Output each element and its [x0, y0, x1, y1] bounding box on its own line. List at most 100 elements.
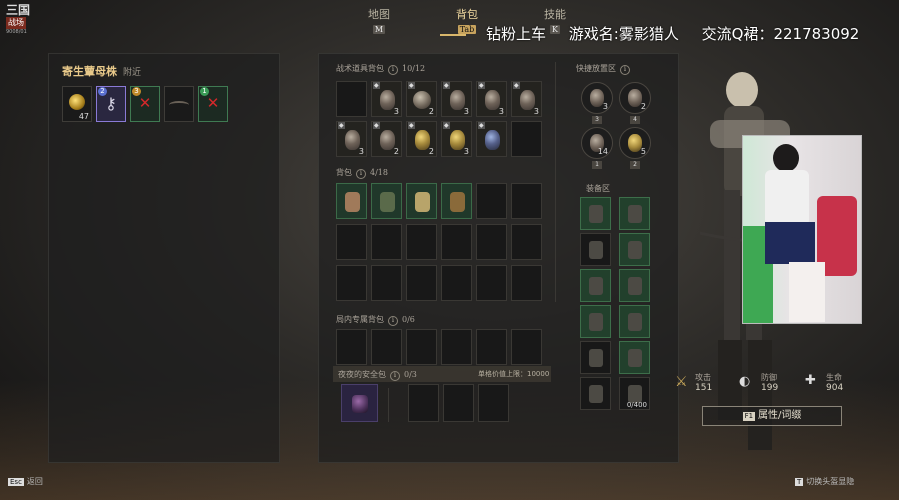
- backpack-slot[interactable]: [371, 224, 402, 260]
- hp-label: 生命: [826, 373, 842, 382]
- backpack-slot[interactable]: [511, 183, 542, 219]
- equipment-slot[interactable]: [619, 341, 650, 374]
- bomb-icon: [520, 90, 535, 110]
- backpack-slot[interactable]: [336, 183, 367, 219]
- battle-bag-slot[interactable]: ◆ 3: [476, 81, 507, 117]
- battle-bag-slot[interactable]: [511, 121, 542, 157]
- slot-count: 2: [393, 147, 399, 156]
- equipment-slot[interactable]: [580, 269, 611, 302]
- attack-label: 攻击: [695, 373, 711, 382]
- rarity-tag-icon: ◆: [478, 122, 485, 129]
- hp-stat: 生命 904: [826, 372, 843, 393]
- quick-slot[interactable]: 24: [619, 82, 651, 124]
- gear-piece-icon: [589, 277, 603, 295]
- equipment-slot[interactable]: [619, 269, 650, 302]
- attributes-button[interactable]: F1 属性/词缀: [702, 406, 842, 426]
- bomb-icon: [628, 134, 642, 152]
- equipment-slot[interactable]: [580, 377, 611, 410]
- backpack-slot[interactable]: [406, 265, 437, 301]
- battle-bag-slot[interactable]: ◆ 3: [371, 81, 402, 117]
- back-hint[interactable]: Esc 返回: [8, 476, 43, 487]
- backpack-slot[interactable]: [511, 265, 542, 301]
- back-label: 返回: [26, 477, 43, 486]
- rarity-tag-icon: ◆: [443, 122, 450, 129]
- loot-slot[interactable]: 47: [62, 86, 92, 122]
- backpack-slot[interactable]: [476, 265, 507, 301]
- info-icon[interactable]: i: [390, 371, 400, 381]
- gear-piece-icon: [628, 349, 642, 367]
- mission-bag-slot[interactable]: [336, 329, 367, 365]
- backpack-slot[interactable]: [511, 224, 542, 260]
- backpack-slot[interactable]: [336, 224, 367, 260]
- safe-bag-slot[interactable]: [341, 384, 378, 422]
- backpack-capacity: 4/18: [370, 168, 388, 177]
- stream-overlay: 钻粉上车 游戏名:雾影猎人 交流Q裙：221783092: [486, 23, 877, 44]
- info-icon[interactable]: i: [388, 316, 398, 326]
- equipment-slot[interactable]: [580, 305, 611, 338]
- safe-bag-slot[interactable]: [408, 384, 439, 422]
- backpack-slot[interactable]: [371, 183, 402, 219]
- backpack-slot[interactable]: [441, 265, 472, 301]
- mission-bag-slot[interactable]: [371, 329, 402, 365]
- mission-bag-slot[interactable]: [406, 329, 437, 365]
- item-icon: [380, 192, 395, 212]
- loot-slot[interactable]: [164, 86, 194, 122]
- battle-bag-slot[interactable]: ◆: [476, 121, 507, 157]
- quick-slot[interactable]: 14 1: [581, 127, 613, 169]
- backpack-slot[interactable]: [371, 265, 402, 301]
- battle-bag-slot[interactable]: ◆ 3: [511, 81, 542, 117]
- battle-bag-slot[interactable]: ◆ 3: [441, 121, 472, 157]
- hp-value: 904: [826, 383, 844, 393]
- quick-slot[interactable]: 52: [619, 127, 651, 169]
- logo-version: 9008/01: [6, 29, 27, 35]
- game-logo: 三国 战场 9008/01: [6, 4, 40, 35]
- equipment-slot[interactable]: [619, 305, 650, 338]
- backpack-slot[interactable]: [406, 224, 437, 260]
- backpack-slot[interactable]: [406, 183, 437, 219]
- battle-bag-slot[interactable]: ◆ 2: [371, 121, 402, 157]
- mission-bag-slot[interactable]: [476, 329, 507, 365]
- battle-bag-slot[interactable]: ◆ 2: [406, 81, 437, 117]
- backpack-slot[interactable]: [476, 224, 507, 260]
- bomb-icon: [415, 130, 430, 150]
- info-icon[interactable]: i: [388, 65, 398, 75]
- defense-stat: 防御 199: [761, 372, 778, 393]
- equipment-slot[interactable]: [619, 197, 650, 230]
- battle-bag-slot[interactable]: ◆ 3: [441, 81, 472, 117]
- battle-bag-slot[interactable]: ◆ 3: [336, 121, 367, 157]
- backpack-title: 背包 i 4/18: [336, 167, 388, 179]
- mission-bag-slot[interactable]: [511, 329, 542, 365]
- stream-text-1: 钻粉上车: [486, 25, 547, 43]
- battle-bag-slot[interactable]: ◆ 2: [406, 121, 437, 157]
- bomb-icon: [380, 90, 395, 110]
- tab-backpack[interactable]: 背包 Tab: [443, 6, 491, 34]
- equipment-slot[interactable]: 0/400: [619, 377, 650, 410]
- quick-slot[interactable]: 33: [581, 82, 613, 124]
- equipment-slot[interactable]: [580, 341, 611, 374]
- slot-count: 2: [428, 107, 434, 116]
- safe-bag-slot[interactable]: [443, 384, 474, 422]
- battle-bag-slot[interactable]: [336, 81, 367, 117]
- gear-piece-icon: [589, 385, 603, 403]
- loot-slot[interactable]: 1 ✕: [198, 86, 228, 122]
- character-stats: ⚔ 攻击 151 ◐ 防御 199 ✚ 生命 904: [675, 372, 858, 402]
- info-icon[interactable]: i: [620, 65, 630, 75]
- backpack-slot[interactable]: [441, 183, 472, 219]
- quick-slot-key: 4: [630, 116, 640, 124]
- info-icon[interactable]: i: [356, 169, 366, 179]
- backpack-slot[interactable]: [476, 183, 507, 219]
- backpack-slot[interactable]: [441, 224, 472, 260]
- helmet-toggle-hint[interactable]: T 切换头盔显隐: [795, 476, 854, 487]
- backpack-slot[interactable]: [336, 265, 367, 301]
- mission-bag-slot[interactable]: [441, 329, 472, 365]
- safe-bag-slot[interactable]: [478, 384, 509, 422]
- loot-slot[interactable]: 2 ⚷: [96, 86, 126, 122]
- equipment-slot[interactable]: [580, 197, 611, 230]
- tab-map[interactable]: 地图 M: [355, 6, 403, 34]
- equipment-slot[interactable]: [619, 233, 650, 266]
- backpack-label: 背包: [336, 168, 352, 177]
- loot-slot[interactable]: 3 ✕: [130, 86, 160, 122]
- attack-value: 151: [695, 383, 713, 393]
- sword-icon: ⚔: [675, 374, 688, 390]
- equipment-slot[interactable]: [580, 233, 611, 266]
